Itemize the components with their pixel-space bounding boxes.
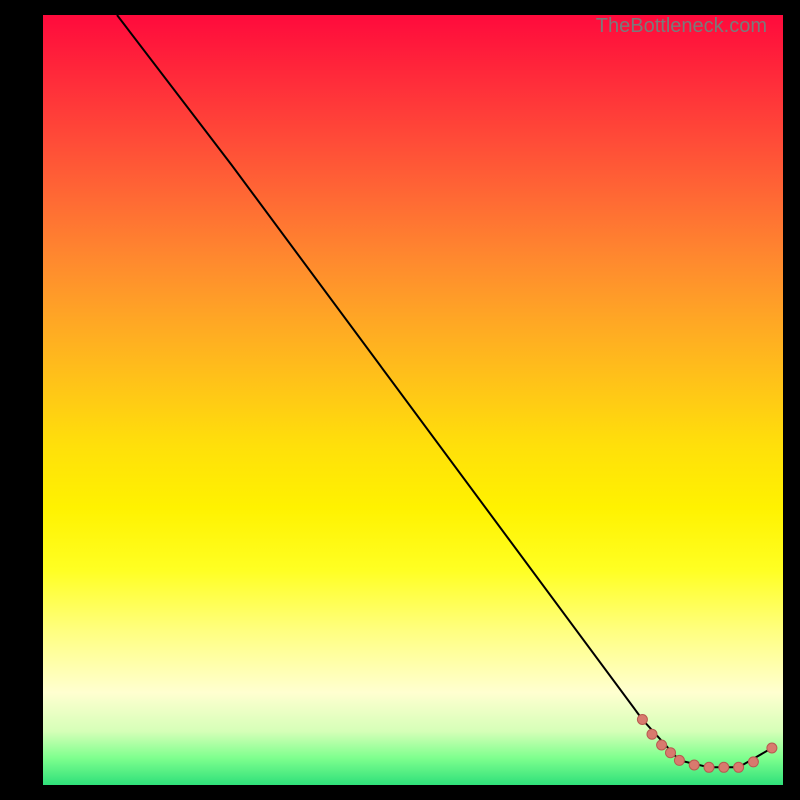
chart-frame: TheBottleneck.com — [0, 0, 800, 800]
marker-point — [767, 743, 777, 753]
watermark-text: TheBottleneck.com — [596, 15, 767, 38]
marker-group — [637, 715, 777, 773]
series-curve — [117, 15, 772, 767]
marker-point — [637, 715, 647, 725]
marker-point — [719, 762, 729, 772]
marker-point — [647, 729, 657, 739]
marker-point — [748, 757, 758, 767]
marker-point — [674, 755, 684, 765]
marker-point — [689, 760, 699, 770]
marker-point — [704, 762, 714, 772]
line-overlay — [43, 15, 783, 785]
marker-point — [657, 740, 667, 750]
marker-point — [734, 762, 744, 772]
plot-area: TheBottleneck.com — [43, 15, 783, 785]
marker-point — [666, 748, 676, 758]
